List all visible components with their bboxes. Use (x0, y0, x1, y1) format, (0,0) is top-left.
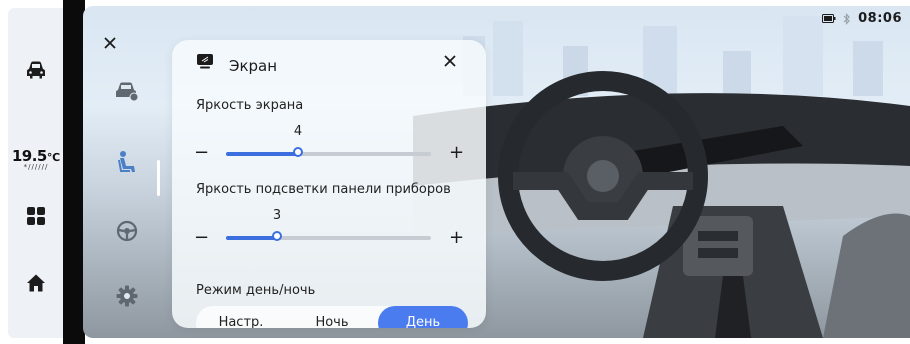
battery-icon (822, 14, 836, 23)
brightness-increase-button[interactable]: + (449, 144, 464, 162)
backlight-slider-fill (226, 236, 277, 240)
screen: 19.5℃ *////// Экран Яркость экрана 4 − +… (0, 0, 910, 344)
backlight-label: Яркость подсветки панели приборов (196, 182, 451, 197)
gear-icon (116, 285, 138, 307)
backlight-decrease-button[interactable]: − (194, 229, 209, 247)
side-dock: 19.5℃ *////// (8, 8, 63, 338)
close-icon (444, 55, 456, 67)
close-menu-button[interactable] (83, 36, 117, 50)
car-settings-icon (116, 82, 139, 102)
car-icon (26, 61, 45, 79)
brightness-value: 4 (293, 124, 303, 139)
display-icon (196, 53, 214, 73)
brightness-decrease-button[interactable]: − (194, 144, 209, 162)
menu-item-steering[interactable] (83, 220, 171, 242)
bluetooth-icon (843, 12, 850, 25)
backlight-slider-knob[interactable] (272, 231, 282, 241)
backlight-slider[interactable] (226, 231, 431, 241)
clock: 08:06 (858, 11, 902, 26)
menu-item-vehicle[interactable] (83, 80, 171, 102)
car-button[interactable] (8, 60, 63, 80)
apps-button[interactable] (8, 206, 63, 226)
home-icon (26, 274, 45, 292)
menu-item-settings[interactable] (83, 285, 171, 307)
backlight-increase-button[interactable]: + (449, 229, 464, 247)
apps-grid-icon (26, 207, 45, 225)
close-icon (104, 37, 116, 49)
divider-bar (63, 0, 85, 344)
daynight-segmented-control: Настр. Ночь День (196, 306, 468, 328)
panel-title: Экран (229, 57, 278, 75)
seat-icon (118, 151, 135, 172)
status-bar: 08:06 (822, 11, 902, 26)
temperature-unit: ℃ (46, 151, 61, 164)
close-panel-button[interactable] (442, 53, 458, 73)
daynight-label: Режим день/ночь (196, 283, 316, 298)
brightness-slider[interactable] (226, 147, 431, 157)
home-button[interactable] (8, 273, 63, 293)
brightness-slider-fill (226, 152, 298, 156)
daynight-option-day[interactable]: День (378, 306, 468, 328)
screen-settings-panel: Экран Яркость экрана 4 − + Яркость подсв… (172, 40, 486, 328)
daynight-option-auto[interactable]: Настр. (196, 306, 286, 328)
brightness-label: Яркость экрана (196, 98, 304, 113)
steering-wheel-icon (116, 220, 138, 242)
menu-scroll-indicator[interactable] (157, 160, 160, 196)
daynight-option-night[interactable]: Ночь (287, 306, 377, 328)
brightness-slider-knob[interactable] (293, 147, 303, 157)
backlight-value: 3 (272, 208, 282, 223)
temperature-display[interactable]: 19.5℃ *////// (10, 146, 62, 171)
